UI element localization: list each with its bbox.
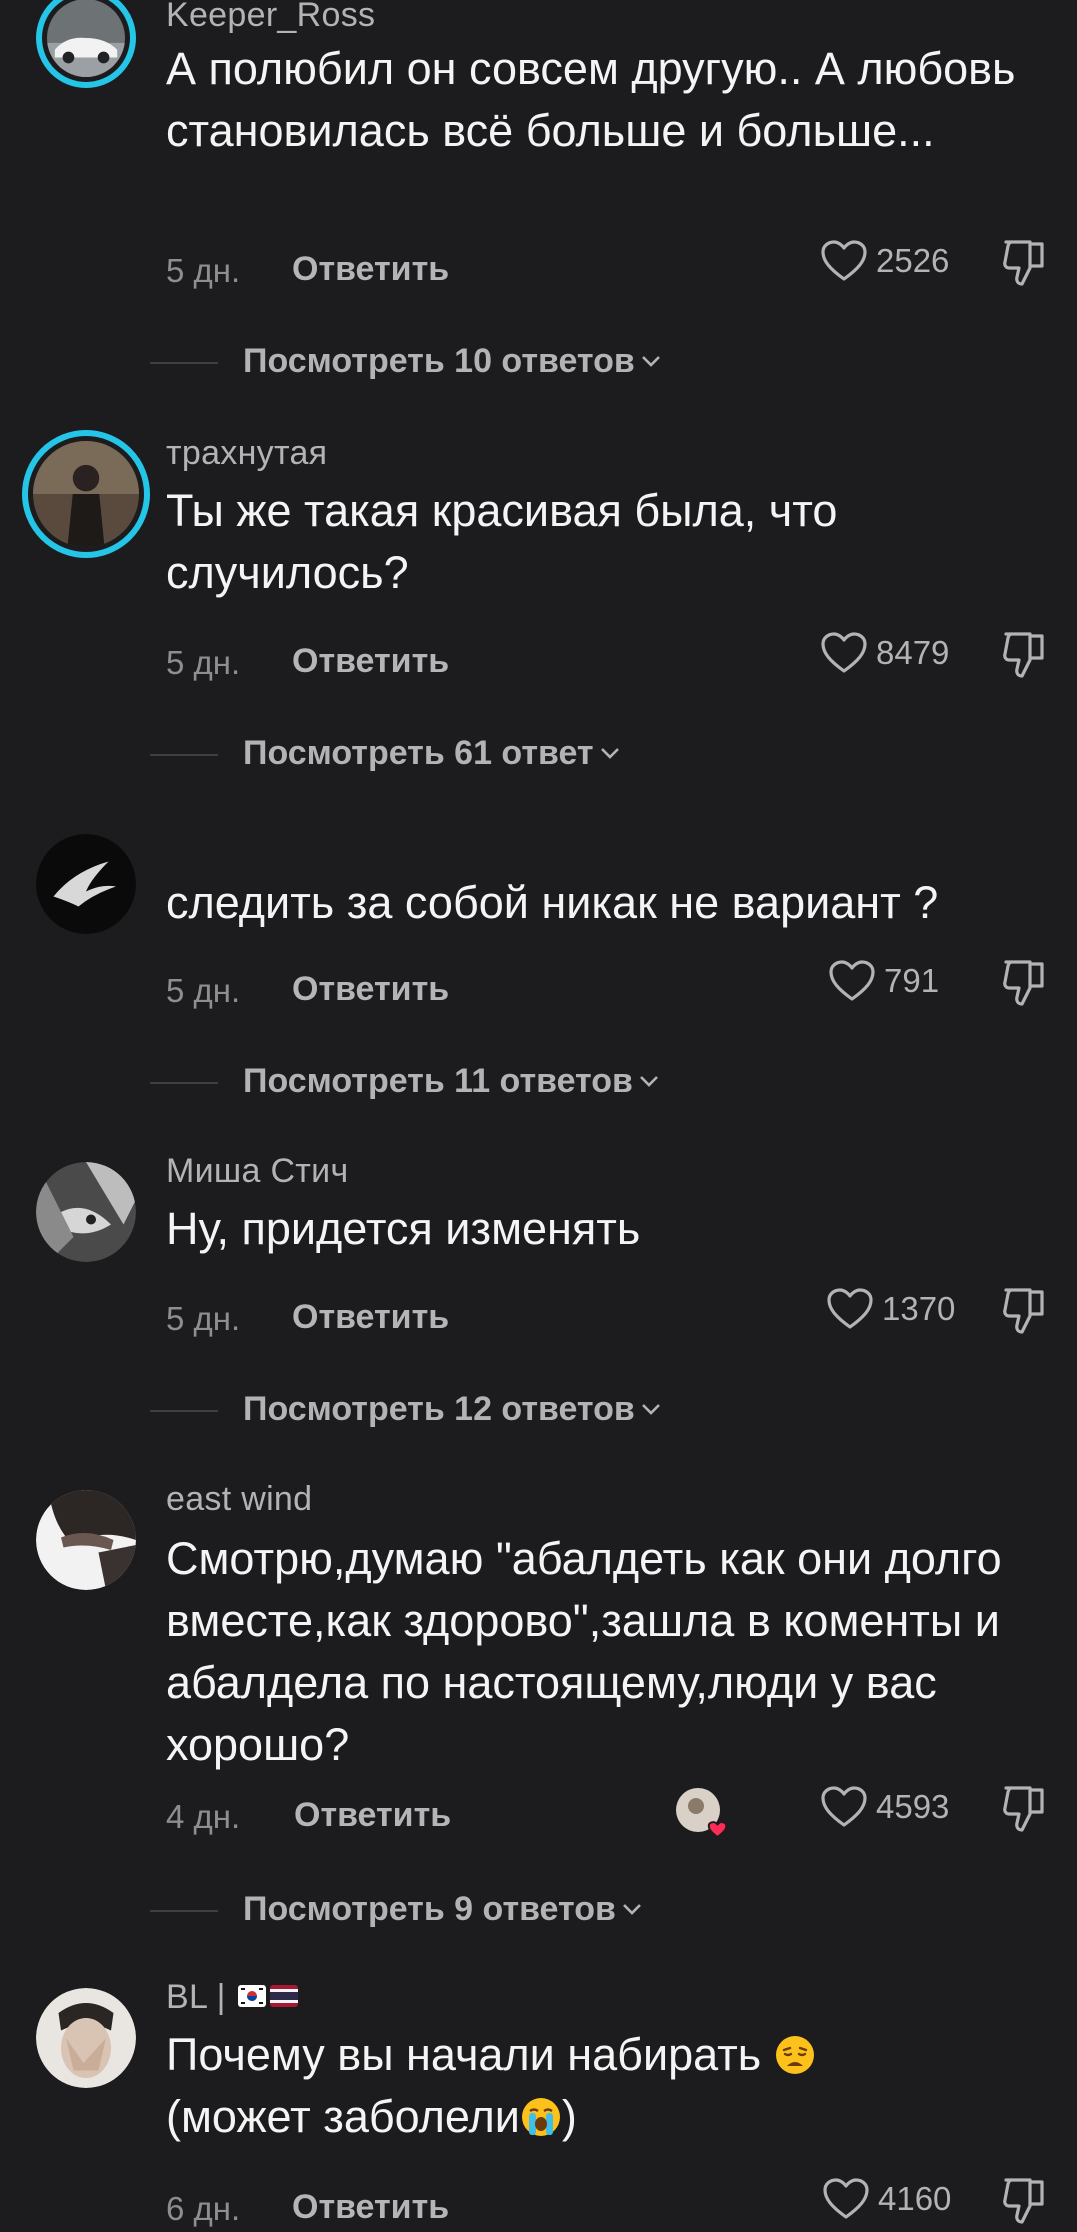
like-button[interactable]: 2526 [820, 236, 949, 286]
like-button[interactable]: 4160 [822, 2174, 951, 2224]
avatar[interactable] [36, 1490, 136, 1590]
heart-icon [823, 2178, 869, 2219]
username[interactable]: Keeper_Ross [166, 0, 375, 35]
reply-button[interactable]: Ответить [292, 642, 449, 681]
like-button[interactable]: 4593 [820, 1782, 949, 1832]
comment-date: 5 дн. [166, 644, 241, 681]
dislike-icon[interactable] [1000, 1782, 1050, 1834]
avatar-image [36, 1162, 136, 1262]
crying-face-emoji [521, 2098, 560, 2136]
view-replies-label[interactable]: Посмотреть 10 ответов [243, 342, 661, 381]
username[interactable]: трахнутая [166, 434, 327, 473]
chevron-down-icon [641, 1404, 660, 1415]
like-count: 4160 [878, 2180, 952, 2217]
comment-date: 5 дн. [166, 972, 241, 1009]
dislike-icon[interactable] [1000, 236, 1050, 288]
like-count: 2526 [876, 242, 950, 279]
like-count: 1370 [882, 1290, 956, 1327]
avatar[interactable] [36, 1162, 136, 1262]
username[interactable]: east wind [166, 1480, 312, 1519]
heart-icon [821, 1786, 867, 1827]
comment-text: Почему вы начали набирать (может заболел… [166, 2024, 1046, 2148]
comment-text: Смотрю,думаю "абалдеть как они долго вме… [166, 1533, 1002, 1770]
comment-text: Ты же такая красивая была, что случилось… [166, 485, 838, 598]
avatar[interactable] [36, 0, 136, 88]
divider [150, 1082, 218, 1084]
divider [150, 362, 218, 364]
comment-text: А полюбил он совсем другую.. А любовь ст… [166, 43, 1016, 156]
view-replies-label[interactable]: Посмотреть 11 ответов [243, 1062, 659, 1101]
divider [150, 754, 218, 756]
comment-date: 5 дн. [166, 1300, 241, 1337]
comment-text: Ну, придется изменять [166, 1203, 641, 1254]
username[interactable]: BL | [166, 1978, 300, 2017]
view-replies-label[interactable]: Посмотреть 12 ответов [243, 1390, 661, 1429]
heart-icon [821, 632, 867, 673]
avatar[interactable] [36, 1988, 136, 2088]
comment-date: 5 дн. [166, 252, 241, 289]
avatar[interactable] [22, 430, 150, 558]
avatar-image [33, 441, 139, 547]
reply-button[interactable]: Ответить [292, 1298, 449, 1337]
avatar-image [36, 1490, 136, 1590]
flag-icons [237, 1985, 298, 2007]
heart-icon [827, 1288, 873, 1329]
like-count: 8479 [876, 634, 950, 671]
avatar[interactable] [36, 834, 136, 934]
heart-icon [829, 960, 875, 1001]
dislike-icon[interactable] [1000, 2174, 1050, 2226]
like-count: 791 [884, 962, 940, 999]
like-button[interactable]: 8479 [820, 628, 949, 678]
avatar-image [36, 834, 136, 934]
divider [150, 1910, 218, 1912]
like-count: 4593 [876, 1788, 950, 1825]
chevron-down-icon [640, 1076, 658, 1087]
view-replies-label[interactable]: Посмотреть 61 ответ [243, 734, 620, 773]
reply-button[interactable]: Ответить [292, 2188, 449, 2227]
heart-icon [821, 240, 867, 281]
username[interactable]: Миша Стич [166, 1152, 348, 1191]
dislike-icon[interactable] [1000, 1284, 1050, 1336]
creator-liked-icon [676, 1788, 728, 1838]
reply-button[interactable]: Ответить [292, 970, 449, 1009]
chevron-down-icon [622, 1904, 641, 1915]
comment-text: следить за собой никак не вариант ? [166, 877, 939, 928]
reply-button[interactable]: Ответить [294, 1796, 451, 1835]
avatar-image [36, 1988, 136, 2088]
like-button[interactable]: 791 [828, 956, 939, 1006]
chevron-down-icon [641, 356, 660, 367]
avatar-image [47, 0, 125, 77]
reply-button[interactable]: Ответить [292, 250, 449, 289]
weary-face-emoji [775, 2036, 814, 2074]
like-button[interactable]: 1370 [826, 1284, 955, 1334]
comment-date: 4 дн. [166, 1798, 241, 1835]
dislike-icon[interactable] [1000, 956, 1050, 1008]
chevron-down-icon [600, 748, 619, 759]
view-replies-label[interactable]: Посмотреть 9 ответов [243, 1890, 642, 1929]
divider [150, 1410, 218, 1412]
comment-date: 6 дн. [166, 2190, 241, 2227]
dislike-icon[interactable] [1000, 628, 1050, 680]
